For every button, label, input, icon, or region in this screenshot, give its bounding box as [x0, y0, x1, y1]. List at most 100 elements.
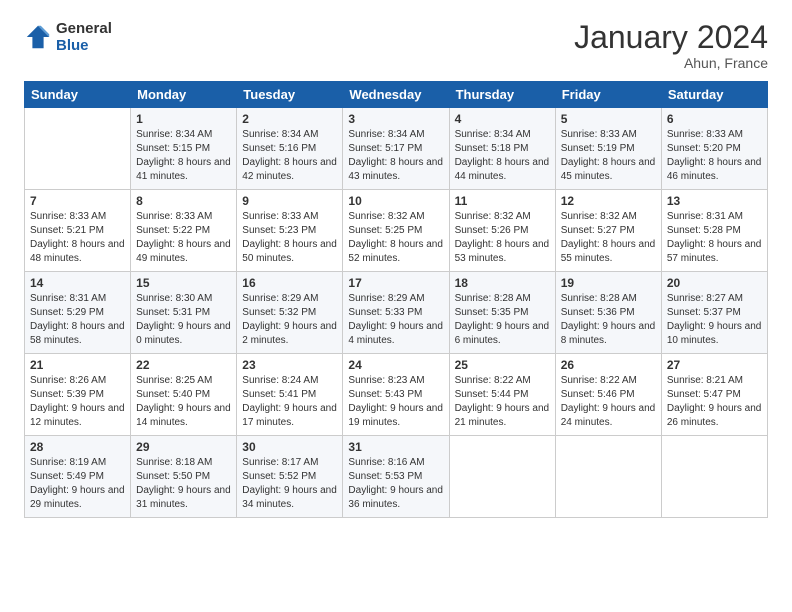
- week-row-0: 1 Sunrise: 8:34 AMSunset: 5:15 PMDaylight…: [25, 108, 768, 190]
- day-number: 15: [136, 276, 231, 290]
- cell-info: Sunrise: 8:27 AMSunset: 5:37 PMDaylight:…: [667, 292, 762, 348]
- calendar-cell: 4 Sunrise: 8:34 AMSunset: 5:18 PMDaylight…: [449, 108, 555, 190]
- cell-info: Sunrise: 8:26 AMSunset: 5:39 PMDaylight:…: [30, 374, 125, 430]
- calendar-cell: 30 Sunrise: 8:17 AMSunset: 5:52 PMDayligh…: [237, 436, 343, 518]
- header-monday: Monday: [131, 82, 237, 108]
- logo-icon: [24, 23, 52, 51]
- day-number: 30: [242, 440, 337, 454]
- calendar-cell: 2 Sunrise: 8:34 AMSunset: 5:16 PMDaylight…: [237, 108, 343, 190]
- calendar-cell: 20 Sunrise: 8:27 AMSunset: 5:37 PMDayligh…: [661, 272, 767, 354]
- calendar-cell: 16 Sunrise: 8:29 AMSunset: 5:32 PMDayligh…: [237, 272, 343, 354]
- day-number: 22: [136, 358, 231, 372]
- header-thursday: Thursday: [449, 82, 555, 108]
- cell-info: Sunrise: 8:22 AMSunset: 5:46 PMDaylight:…: [561, 374, 656, 430]
- day-number: 29: [136, 440, 231, 454]
- week-row-2: 14 Sunrise: 8:31 AMSunset: 5:29 PMDayligh…: [25, 272, 768, 354]
- calendar-cell: 29 Sunrise: 8:18 AMSunset: 5:50 PMDayligh…: [131, 436, 237, 518]
- week-row-4: 28 Sunrise: 8:19 AMSunset: 5:49 PMDayligh…: [25, 436, 768, 518]
- cell-info: Sunrise: 8:33 AMSunset: 5:22 PMDaylight:…: [136, 210, 231, 266]
- day-number: 13: [667, 194, 762, 208]
- header-saturday: Saturday: [661, 82, 767, 108]
- day-number: 20: [667, 276, 762, 290]
- cell-info: Sunrise: 8:34 AMSunset: 5:16 PMDaylight:…: [242, 128, 337, 184]
- location: Ahun, France: [574, 55, 768, 71]
- day-number: 24: [348, 358, 443, 372]
- cell-info: Sunrise: 8:24 AMSunset: 5:41 PMDaylight:…: [242, 374, 337, 430]
- cell-info: Sunrise: 8:19 AMSunset: 5:49 PMDaylight:…: [30, 456, 125, 512]
- calendar-cell: 6Sunrise: 8:33 AMSunset: 5:20 PMDaylight…: [661, 108, 767, 190]
- calendar-cell: 31Sunrise: 8:16 AMSunset: 5:53 PMDayligh…: [343, 436, 449, 518]
- cell-info: Sunrise: 8:33 AMSunset: 5:21 PMDaylight:…: [30, 210, 125, 266]
- calendar-cell: 27Sunrise: 8:21 AMSunset: 5:47 PMDayligh…: [661, 354, 767, 436]
- calendar-cell: [555, 436, 661, 518]
- cell-info: Sunrise: 8:33 AMSunset: 5:23 PMDaylight:…: [242, 210, 337, 266]
- calendar-cell: 18Sunrise: 8:28 AMSunset: 5:35 PMDayligh…: [449, 272, 555, 354]
- calendar-header-row: SundayMondayTuesdayWednesdayThursdayFrid…: [25, 82, 768, 108]
- calendar-cell: 7 Sunrise: 8:33 AMSunset: 5:21 PMDaylight…: [25, 190, 131, 272]
- calendar-cell: 22 Sunrise: 8:25 AMSunset: 5:40 PMDayligh…: [131, 354, 237, 436]
- day-number: 4: [455, 112, 550, 126]
- cell-info: Sunrise: 8:22 AMSunset: 5:44 PMDaylight:…: [455, 374, 550, 430]
- header: General Blue January 2024 Ahun, France: [24, 20, 768, 71]
- header-sunday: Sunday: [25, 82, 131, 108]
- cell-info: Sunrise: 8:29 AMSunset: 5:32 PMDaylight:…: [242, 292, 337, 348]
- calendar-cell: 21 Sunrise: 8:26 AMSunset: 5:39 PMDayligh…: [25, 354, 131, 436]
- cell-info: Sunrise: 8:18 AMSunset: 5:50 PMDaylight:…: [136, 456, 231, 512]
- day-number: 21: [30, 358, 125, 372]
- calendar-table: SundayMondayTuesdayWednesdayThursdayFrid…: [24, 81, 768, 518]
- calendar-cell: 24Sunrise: 8:23 AMSunset: 5:43 PMDayligh…: [343, 354, 449, 436]
- day-number: 25: [455, 358, 550, 372]
- day-number: 16: [242, 276, 337, 290]
- calendar-cell: 23 Sunrise: 8:24 AMSunset: 5:41 PMDayligh…: [237, 354, 343, 436]
- day-number: 14: [30, 276, 125, 290]
- calendar-cell: 19Sunrise: 8:28 AMSunset: 5:36 PMDayligh…: [555, 272, 661, 354]
- cell-info: Sunrise: 8:30 AMSunset: 5:31 PMDaylight:…: [136, 292, 231, 348]
- cell-info: Sunrise: 8:32 AMSunset: 5:26 PMDaylight:…: [455, 210, 550, 266]
- calendar-cell: 5Sunrise: 8:33 AMSunset: 5:19 PMDaylight…: [555, 108, 661, 190]
- calendar-cell: 11 Sunrise: 8:32 AMSunset: 5:26 PMDayligh…: [449, 190, 555, 272]
- calendar-cell: 12 Sunrise: 8:32 AMSunset: 5:27 PMDayligh…: [555, 190, 661, 272]
- day-number: 18: [455, 276, 550, 290]
- cell-info: Sunrise: 8:34 AMSunset: 5:15 PMDaylight:…: [136, 128, 231, 184]
- cell-info: Sunrise: 8:25 AMSunset: 5:40 PMDaylight:…: [136, 374, 231, 430]
- logo-text: General Blue: [56, 20, 112, 55]
- day-number: 19: [561, 276, 656, 290]
- header-tuesday: Tuesday: [237, 82, 343, 108]
- calendar-cell: [661, 436, 767, 518]
- header-wednesday: Wednesday: [343, 82, 449, 108]
- calendar-cell: 1 Sunrise: 8:34 AMSunset: 5:15 PMDaylight…: [131, 108, 237, 190]
- title-area: January 2024 Ahun, France: [574, 20, 768, 71]
- day-number: 23: [242, 358, 337, 372]
- day-number: 10: [348, 194, 443, 208]
- day-number: 8: [136, 194, 231, 208]
- calendar-cell: 28 Sunrise: 8:19 AMSunset: 5:49 PMDayligh…: [25, 436, 131, 518]
- calendar-cell: [25, 108, 131, 190]
- week-row-3: 21 Sunrise: 8:26 AMSunset: 5:39 PMDayligh…: [25, 354, 768, 436]
- cell-info: Sunrise: 8:31 AMSunset: 5:28 PMDaylight:…: [667, 210, 762, 266]
- cell-info: Sunrise: 8:34 AMSunset: 5:18 PMDaylight:…: [455, 128, 550, 184]
- cell-info: Sunrise: 8:16 AMSunset: 5:53 PMDaylight:…: [348, 456, 443, 512]
- day-number: 28: [30, 440, 125, 454]
- header-friday: Friday: [555, 82, 661, 108]
- cell-info: Sunrise: 8:32 AMSunset: 5:27 PMDaylight:…: [561, 210, 656, 266]
- calendar-cell: 8 Sunrise: 8:33 AMSunset: 5:22 PMDaylight…: [131, 190, 237, 272]
- logo: General Blue: [24, 20, 112, 55]
- day-number: 11: [455, 194, 550, 208]
- day-number: 12: [561, 194, 656, 208]
- calendar-cell: 9 Sunrise: 8:33 AMSunset: 5:23 PMDaylight…: [237, 190, 343, 272]
- day-number: 7: [30, 194, 125, 208]
- day-number: 17: [348, 276, 443, 290]
- page: General Blue January 2024 Ahun, France S…: [0, 0, 792, 612]
- cell-info: Sunrise: 8:29 AMSunset: 5:33 PMDaylight:…: [348, 292, 443, 348]
- calendar-cell: 13 Sunrise: 8:31 AMSunset: 5:28 PMDayligh…: [661, 190, 767, 272]
- calendar-cell: 25 Sunrise: 8:22 AMSunset: 5:44 PMDayligh…: [449, 354, 555, 436]
- day-number: 3: [348, 112, 443, 126]
- calendar-cell: 10Sunrise: 8:32 AMSunset: 5:25 PMDayligh…: [343, 190, 449, 272]
- day-number: 9: [242, 194, 337, 208]
- day-number: 6: [667, 112, 762, 126]
- day-number: 26: [561, 358, 656, 372]
- cell-info: Sunrise: 8:17 AMSunset: 5:52 PMDaylight:…: [242, 456, 337, 512]
- day-number: 2: [242, 112, 337, 126]
- day-number: 1: [136, 112, 231, 126]
- cell-info: Sunrise: 8:31 AMSunset: 5:29 PMDaylight:…: [30, 292, 125, 348]
